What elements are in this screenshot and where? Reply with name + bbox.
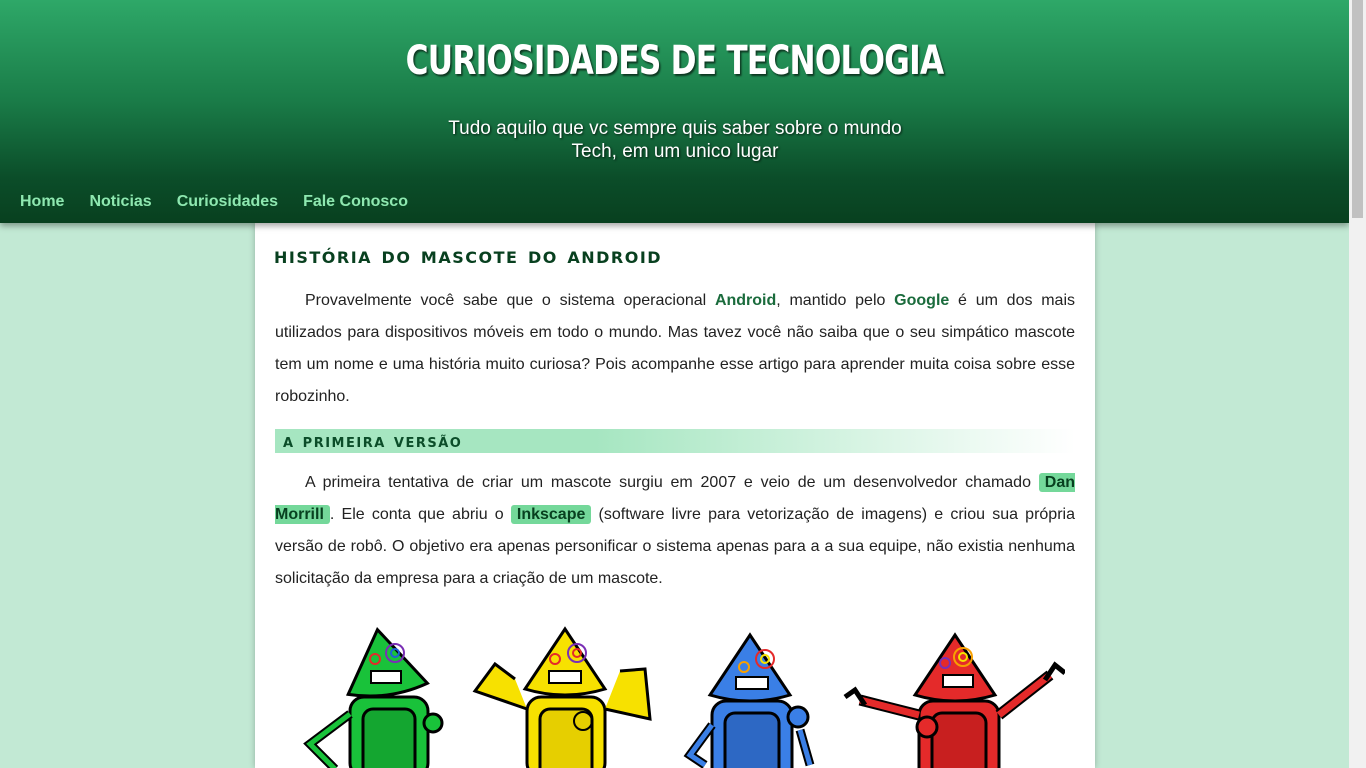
google-highlight: Google — [894, 292, 950, 309]
blue-robot — [683, 632, 815, 768]
scrollbar-thumb[interactable] — [1352, 0, 1363, 218]
site-title: CURIOSIDADES DE TECNOLOGIA — [405, 38, 944, 84]
site-header: CURIOSIDADES DE TECNOLOGIA Tudo aquilo q… — [0, 0, 1349, 223]
section-text-2: . Ele conta que abriu o — [329, 506, 511, 523]
red-robot — [843, 632, 1065, 768]
nav-noticias[interactable]: Noticias — [89, 193, 151, 211]
nav-fale-conosco[interactable]: Fale Conosco — [303, 193, 408, 211]
android-highlight: Android — [714, 292, 777, 309]
section-paragraph: A primeira tentativa de criar um mascote… — [275, 467, 1075, 595]
intro-text-1: Provavelmente você sabe que o sistema op… — [305, 292, 715, 309]
green-robot — [303, 626, 444, 768]
android-robots-illustration — [303, 626, 1065, 768]
nav-home[interactable]: Home — [20, 193, 64, 211]
page: CURIOSIDADES DE TECNOLOGIA Tudo aquilo q… — [0, 0, 1349, 768]
site-subtitle: Tudo aquilo que vc sempre quis saber sob… — [448, 118, 902, 162]
section-title: A PRIMEIRA VERSÃO — [275, 429, 1075, 453]
intro-text-2: , mantido pelo — [776, 292, 895, 309]
intro-paragraph: Provavelmente você sabe que o sistema op… — [275, 285, 1075, 413]
nav-curiosidades[interactable]: Curiosidades — [177, 193, 278, 211]
vertical-scrollbar[interactable] — [1349, 0, 1366, 768]
yellow-robot — [472, 626, 652, 768]
main-nav: Home Noticias Curiosidades Fale Conosco — [20, 193, 408, 211]
article-container: HISTÓRIA DO MASCOTE DO ANDROID Provavelm… — [255, 223, 1095, 768]
inkscape-tag: Inkscape — [510, 505, 592, 524]
section-text-1: A primeira tentativa de criar um mascote… — [305, 474, 1039, 491]
article-title: HISTÓRIA DO MASCOTE DO ANDROID — [274, 243, 663, 269]
